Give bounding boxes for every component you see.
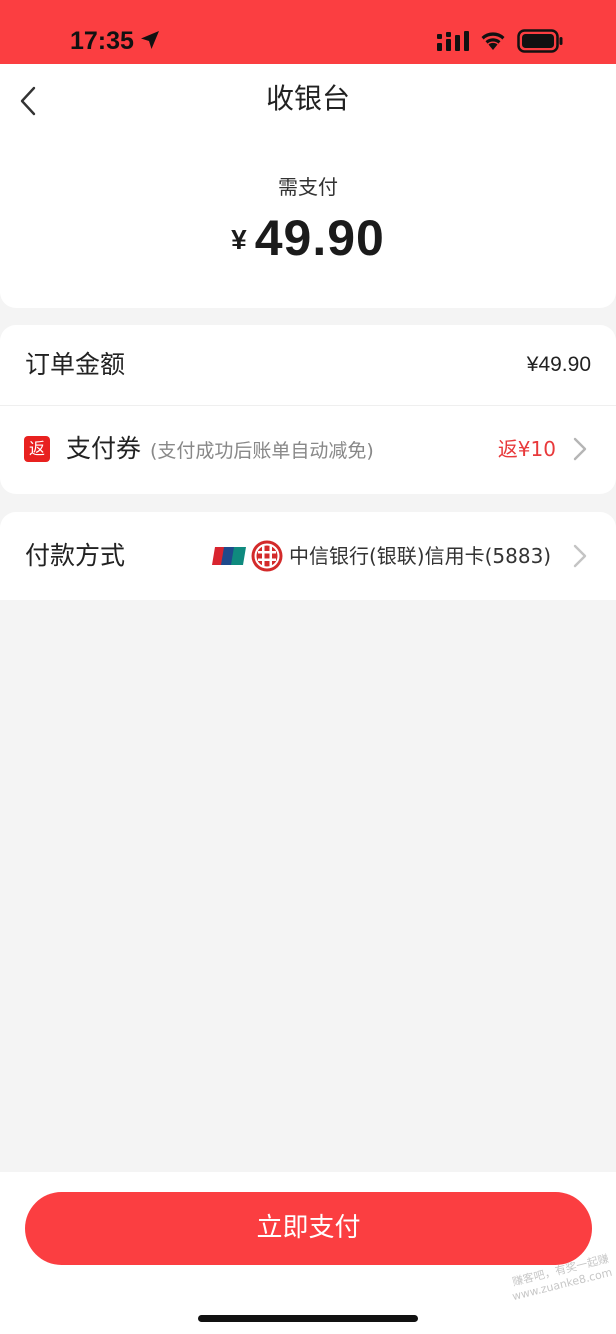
order-amount-value: ¥49.90 bbox=[526, 353, 591, 376]
cellular-signal-icon bbox=[437, 31, 469, 51]
coupon-rebate-value: 返¥10 bbox=[497, 437, 556, 461]
row-divider bbox=[0, 405, 616, 406]
citic-bank-logo-icon bbox=[251, 540, 283, 572]
coupon-hint: (支付成功后账单自动减免) bbox=[150, 440, 374, 462]
amount-due: ¥49.90 bbox=[0, 208, 616, 268]
order-details-card: 订单金额 ¥49.90 返 支付券 (支付成功后账单自动减免) 返¥10 bbox=[0, 325, 616, 494]
location-arrow-icon bbox=[141, 31, 159, 49]
selected-card-name: 中信银行(银联)信用卡(5883) bbox=[289, 544, 552, 568]
rebate-badge-icon: 返 bbox=[24, 436, 50, 462]
chevron-right-icon bbox=[573, 437, 587, 461]
currency-symbol: ¥ bbox=[231, 224, 247, 255]
payment-method-label: 付款方式 bbox=[25, 541, 126, 570]
payment-summary-card: 收银台 需支付 ¥49.90 bbox=[0, 64, 616, 308]
chevron-right-icon bbox=[573, 544, 587, 568]
amount-due-value: 49.90 bbox=[254, 210, 385, 266]
coupon-label: 支付券 bbox=[66, 434, 142, 463]
bottom-action-bar: 立即支付 赚客吧，有奖一起赚 www.zuanke8.com bbox=[0, 1172, 616, 1334]
page-title: 收银台 bbox=[265, 82, 350, 115]
battery-icon bbox=[517, 29, 563, 53]
pay-now-button[interactable]: 立即支付 bbox=[25, 1192, 592, 1265]
wifi-icon bbox=[481, 32, 505, 50]
status-bar: 17:35 bbox=[0, 0, 616, 64]
checkout-screen: 17:35 收银台 需支付 ¥49.90 订单金额 ¥49.90 返 支付券 (… bbox=[0, 0, 616, 1334]
home-indicator[interactable] bbox=[198, 1315, 418, 1322]
amount-due-label: 需支付 bbox=[278, 175, 338, 199]
unionpay-logo-icon bbox=[212, 547, 246, 565]
order-amount-label: 订单金额 bbox=[25, 350, 126, 379]
payment-method-row[interactable]: 付款方式 中信银行(银联)信用卡(5883) bbox=[0, 512, 616, 600]
status-time: 17:35 bbox=[70, 27, 134, 55]
